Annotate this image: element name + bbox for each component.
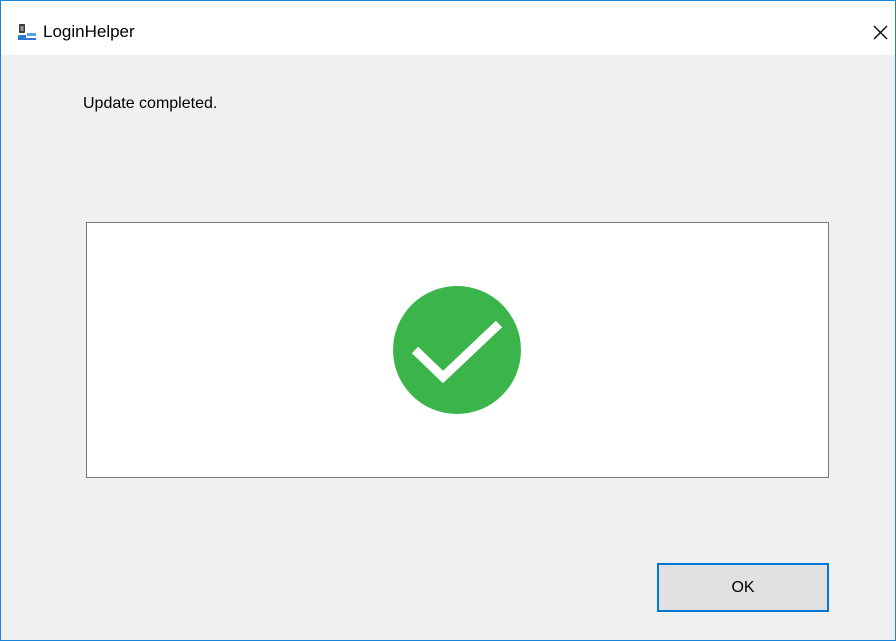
dialog-window: LoginHelper Update completed. OK [0,0,896,641]
title-bar[interactable]: LoginHelper [1,1,895,55]
login-helper-icon [17,24,37,40]
ok-button[interactable]: OK [657,563,829,612]
close-icon [873,25,888,40]
status-message: Update completed. [83,95,218,112]
close-button[interactable] [857,15,895,49]
window-title: LoginHelper [43,22,135,41]
status-panel [86,222,829,478]
checkmark-success-icon [393,286,521,414]
